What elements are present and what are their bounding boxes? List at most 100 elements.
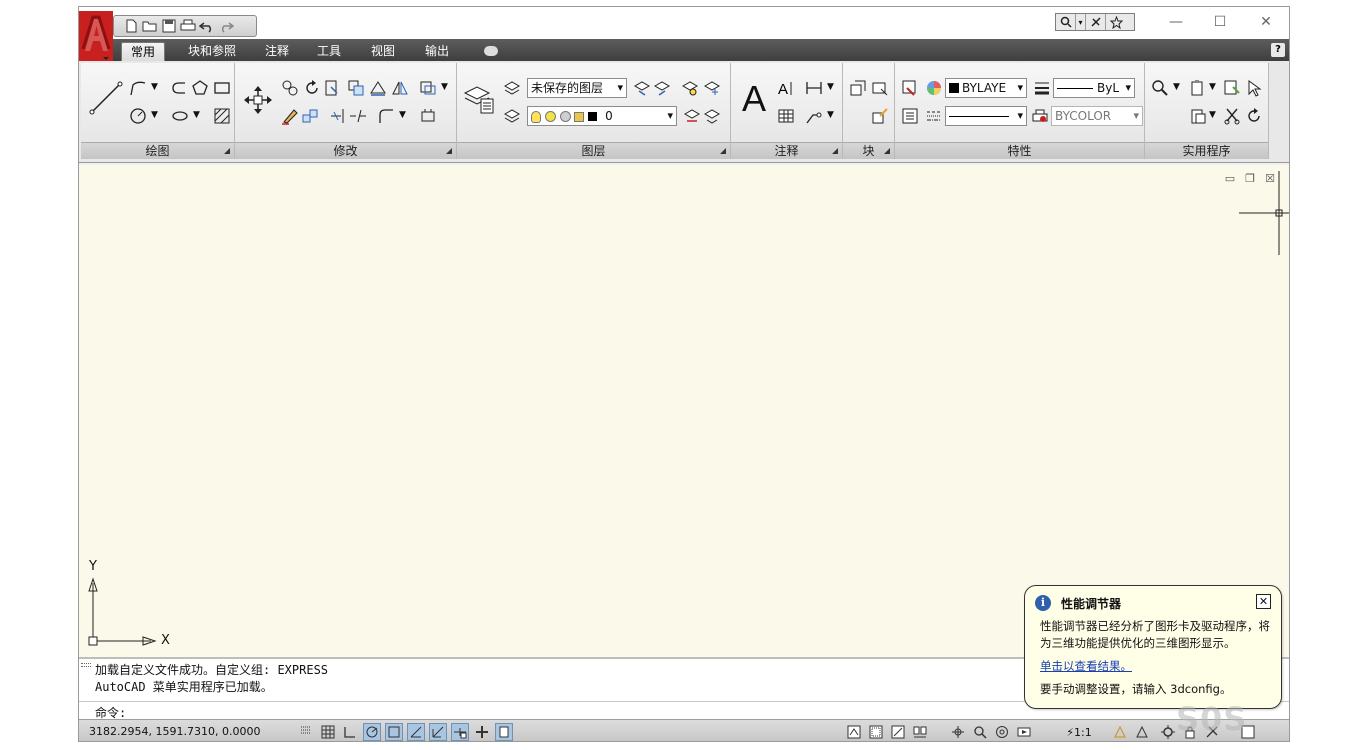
minimize-button[interactable]: — [1153, 7, 1199, 37]
rectangle-icon[interactable] [213, 79, 231, 97]
chevron-down-icon[interactable]: ▼ [1173, 82, 1180, 92]
quick-properties-icon[interactable] [495, 723, 513, 741]
layer-state-dropdown[interactable]: 未保存的图层 [527, 78, 627, 98]
mirror-copy-icon[interactable] [347, 79, 365, 97]
rotate-icon[interactable] [303, 79, 321, 97]
linetype-icon[interactable] [925, 107, 943, 125]
polyline-icon[interactable] [129, 79, 147, 97]
linetype-dropdown[interactable] [945, 106, 1027, 126]
panel-draw-title[interactable]: 绘图 [81, 142, 234, 159]
chevron-down-icon[interactable]: ▼ [151, 82, 158, 92]
match-properties-icon[interactable] [901, 79, 919, 97]
lineweight-icon[interactable] [1033, 79, 1051, 97]
tab-view[interactable]: 视图 [363, 42, 403, 61]
stretch-icon[interactable] [369, 79, 387, 97]
annotation-scale[interactable]: ⚡ 1:1 [1057, 723, 1101, 741]
chevron-down-icon[interactable]: ▼ [1209, 110, 1216, 120]
layer-state-icon[interactable] [503, 79, 521, 97]
panel-modify-title[interactable]: 修改 [235, 142, 456, 159]
expand-arrow-icon[interactable] [884, 148, 890, 154]
panel-layers-title[interactable]: 图层 [457, 142, 730, 159]
chevron-down-icon[interactable]: ▼ [151, 110, 158, 120]
expand-arrow-icon[interactable] [832, 148, 838, 154]
new-icon[interactable] [122, 18, 139, 35]
explode-icon[interactable] [419, 107, 437, 125]
create-block-icon[interactable] [871, 79, 889, 97]
expand-arrow-icon[interactable] [720, 148, 726, 154]
chevron-down-icon[interactable]: ▼ [827, 110, 834, 120]
fillet-icon[interactable] [377, 107, 395, 125]
showmotion-icon[interactable] [1015, 723, 1033, 741]
chevron-down-icon[interactable]: ▼ [441, 82, 448, 92]
model-space-icon[interactable] [845, 723, 863, 741]
help-button[interactable]: ? [1271, 43, 1285, 57]
expand-arrow-icon[interactable] [224, 148, 230, 154]
extend-icon[interactable] [329, 107, 347, 125]
chevron-down-icon[interactable]: ▼ [399, 110, 406, 120]
application-menu-button[interactable] [79, 11, 113, 61]
make-current-layer-icon[interactable] [503, 107, 521, 125]
polar-tracking-icon[interactable] [363, 723, 381, 741]
color-dropdown[interactable]: BYLAYE [945, 78, 1027, 98]
chevron-down-icon[interactable]: ▾ [1076, 14, 1086, 30]
list-properties-icon[interactable] [901, 107, 919, 125]
workspace-switching-icon[interactable] [1159, 723, 1177, 741]
drawing-minimize-icon[interactable]: ▭ [1223, 173, 1237, 185]
quick-view-layouts-icon[interactable] [867, 723, 885, 741]
layer-properties-icon[interactable] [463, 83, 495, 115]
lineweight-dropdown[interactable]: ByL [1053, 78, 1135, 98]
paste-clip-icon[interactable] [1189, 79, 1207, 97]
quick-select-icon[interactable] [1223, 79, 1241, 97]
panel-block-title[interactable]: 块 [843, 142, 894, 159]
erase-icon[interactable] [281, 107, 299, 125]
steering-wheel-icon[interactable] [993, 723, 1011, 741]
line-icon[interactable] [89, 81, 123, 115]
paste-icon[interactable] [1189, 107, 1207, 125]
panel-utilities-title[interactable]: 实用程序 [1145, 142, 1268, 159]
ribbon-minimize-toggle[interactable] [484, 46, 498, 56]
auto-scale-icon[interactable] [1133, 723, 1151, 741]
layer-isolate-icon[interactable] [633, 79, 651, 97]
chevron-down-icon[interactable]: ▼ [827, 82, 834, 92]
redo-icon[interactable] [217, 18, 234, 35]
open-icon[interactable] [141, 18, 158, 35]
ellipse-icon[interactable] [171, 107, 189, 125]
tab-tools[interactable]: 工具 [309, 42, 349, 61]
object-snap-icon[interactable] [385, 723, 403, 741]
chevron-down-icon[interactable]: ▼ [1209, 82, 1216, 92]
chevron-down-icon[interactable]: ▼ [193, 110, 200, 120]
pan-icon[interactable] [949, 723, 967, 741]
favorites-star-icon[interactable] [1106, 14, 1126, 30]
plot-style-icon[interactable] [1031, 107, 1049, 125]
coordinates-readout[interactable]: 3182.2954, 1591.7310, 0.0000 [89, 725, 260, 738]
single-line-text-icon[interactable]: A [777, 79, 795, 97]
tab-blocks-references[interactable]: 块和参照 [179, 42, 245, 61]
communication-center-icon[interactable] [1086, 14, 1106, 30]
plot-style-dropdown[interactable]: BYCOLOR [1051, 106, 1143, 126]
break-icon[interactable] [349, 107, 367, 125]
layer-match-icon[interactable] [683, 107, 701, 125]
multiline-text-icon[interactable]: A [737, 78, 771, 119]
annotation-visibility-icon[interactable] [1111, 723, 1129, 741]
close-button[interactable]: ✕ [1243, 7, 1289, 37]
dynamic-ucs-icon[interactable] [429, 723, 447, 741]
view-results-link[interactable]: 单击以查看结果。 [1040, 658, 1132, 674]
ortho-icon[interactable] [341, 723, 359, 741]
layer-freeze-icon[interactable] [703, 79, 721, 97]
notification-close-button[interactable]: ✕ [1256, 594, 1271, 609]
cut-icon[interactable] [1223, 107, 1241, 125]
move-icon[interactable] [243, 85, 273, 115]
command-grip-handle[interactable] [81, 663, 91, 667]
zoom-icon[interactable] [971, 723, 989, 741]
object-snap-tracking-icon[interactable] [407, 723, 425, 741]
dynamic-input-icon[interactable] [451, 723, 469, 741]
circle-icon[interactable] [129, 107, 147, 125]
tab-home[interactable]: 常用 [121, 42, 165, 61]
polyline-arc-icon[interactable] [171, 79, 189, 97]
maximize-button[interactable]: ☐ [1197, 7, 1243, 37]
infer-constraints-icon[interactable] [297, 723, 315, 741]
layout-icon[interactable] [889, 723, 907, 741]
table-icon[interactable] [777, 107, 795, 125]
copy-icon[interactable] [281, 79, 299, 97]
edit-block-icon[interactable] [871, 107, 889, 125]
